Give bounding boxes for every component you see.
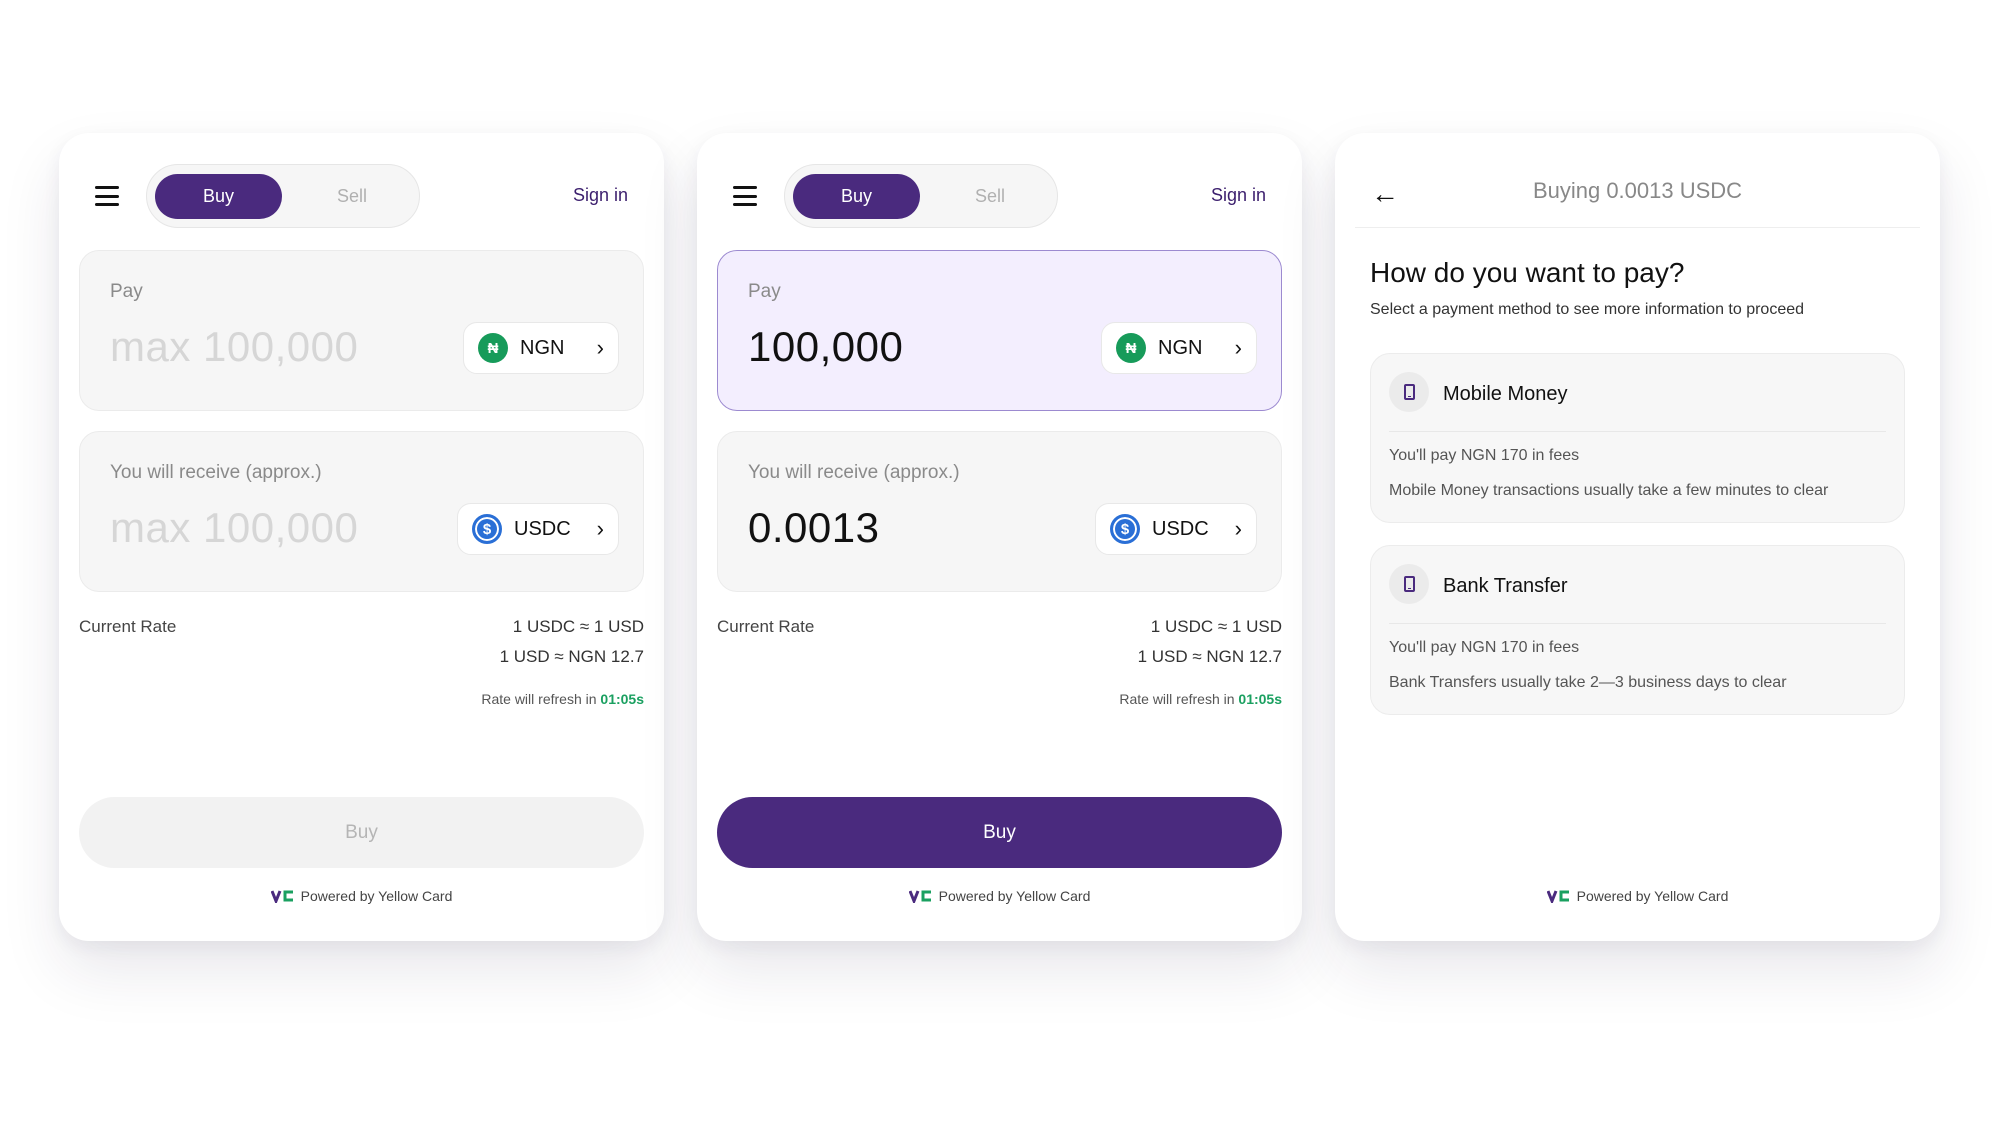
menu-icon[interactable] [95, 186, 119, 206]
sign-in-link[interactable]: Sign in [1211, 185, 1266, 206]
rate-usd-ngn: 1 USD ≈ NGN 12.7 [1137, 647, 1282, 666]
sell-tab[interactable]: Sell [292, 174, 412, 219]
chevron-right-icon: › [596, 335, 604, 360]
powered-by-footer: Powered by Yellow Card [1335, 888, 1940, 904]
receive-currency-selector[interactable]: $ USDC › [1095, 503, 1257, 555]
divider [1389, 431, 1886, 432]
chevron-right-icon: › [596, 516, 604, 541]
receive-currency-selector[interactable]: $ USDC › [457, 503, 619, 555]
receive-card: You will receive (approx.) 0.0013 $ USDC… [717, 431, 1282, 592]
pay-label: Pay [748, 281, 781, 302]
refresh-timer: 01:05s [1238, 691, 1282, 707]
payment-method-mobile-money[interactable]: Mobile Money You'll pay NGN 170 in fees … [1370, 353, 1905, 523]
powered-by-footer: Powered by Yellow Card [59, 888, 664, 904]
rate-usdc-usd: 1 USDC ≈ 1 USD [512, 617, 644, 636]
usdc-icon: $ [1110, 514, 1140, 544]
currency-code: USDC [514, 517, 571, 540]
buy-tab[interactable]: Buy [155, 174, 282, 219]
rate-usd-ngn: 1 USD ≈ NGN 12.7 [499, 647, 644, 666]
rate-refresh: Rate will refresh in 01:05s [1119, 691, 1282, 707]
rate-usdc-usd: 1 USDC ≈ 1 USD [1150, 617, 1282, 636]
method-time: Mobile Money transactions usually take a… [1389, 482, 1829, 499]
powered-by-footer: Powered by Yellow Card [697, 888, 1302, 904]
currency-code: NGN [520, 336, 565, 359]
pay-card: Pay 100,000 ₦ NGN › [717, 250, 1282, 411]
usdc-icon: $ [472, 514, 502, 544]
pay-label: Pay [110, 281, 143, 302]
sell-tab[interactable]: Sell [930, 174, 1050, 219]
refresh-text: Rate will refresh in [1119, 691, 1239, 707]
refresh-timer: 01:05s [600, 691, 644, 707]
footer-text: Powered by Yellow Card [938, 888, 1091, 904]
divider [1355, 227, 1920, 228]
ngn-icon: ₦ [478, 333, 508, 363]
rate-refresh: Rate will refresh in 01:05s [481, 691, 644, 707]
method-name: Mobile Money [1443, 383, 1568, 405]
receive-label: You will receive (approx.) [110, 462, 322, 483]
payment-method-bank-transfer[interactable]: Bank Transfer You'll pay NGN 170 in fees… [1370, 545, 1905, 715]
method-fee: You'll pay NGN 170 in fees [1389, 447, 1580, 464]
divider [1389, 623, 1886, 624]
method-name: Bank Transfer [1443, 575, 1568, 597]
ngn-icon: ₦ [1116, 333, 1146, 363]
payment-heading: How do you want to pay? [1370, 257, 1685, 288]
footer-text: Powered by Yellow Card [1576, 888, 1729, 904]
payment-subheading: Select a payment method to see more info… [1370, 301, 1805, 318]
buy-tab[interactable]: Buy [793, 174, 920, 219]
pay-amount-input[interactable]: 100,000 [748, 323, 903, 371]
buy-sell-toggle: Buy Sell [784, 164, 1058, 228]
menu-icon[interactable] [733, 186, 757, 206]
phone-icon [1389, 564, 1429, 604]
payment-method-panel: ← Buying 0.0013 USDC How do you want to … [1335, 133, 1940, 941]
pay-amount-input[interactable]: max 100,000 [110, 323, 358, 371]
yellow-card-logo-icon [908, 889, 933, 903]
page-title: Buying 0.0013 USDC [1532, 178, 1743, 203]
receive-amount-input[interactable]: max 100,000 [110, 504, 358, 552]
pay-currency-selector[interactable]: ₦ NGN › [1101, 322, 1257, 374]
chevron-right-icon: › [1234, 335, 1242, 360]
method-fee: You'll pay NGN 170 in fees [1389, 639, 1580, 656]
currency-code: USDC [1152, 517, 1209, 540]
receive-amount-input[interactable]: 0.0013 [748, 504, 879, 552]
pay-currency-selector[interactable]: ₦ NGN › [463, 322, 619, 374]
footer-text: Powered by Yellow Card [300, 888, 453, 904]
buy-panel-empty: Buy Sell Sign in Pay max 100,000 ₦ NGN ›… [59, 133, 664, 941]
refresh-text: Rate will refresh in [481, 691, 601, 707]
chevron-right-icon: › [1234, 516, 1242, 541]
buy-button[interactable]: Buy [79, 797, 644, 868]
receive-label: You will receive (approx.) [748, 462, 960, 483]
method-time: Bank Transfers usually take 2—3 business… [1389, 674, 1787, 691]
sign-in-link[interactable]: Sign in [573, 185, 628, 206]
phone-icon [1389, 372, 1429, 412]
rate-label: Current Rate [717, 617, 815, 636]
yellow-card-logo-icon [270, 889, 295, 903]
buy-panel-filled: Buy Sell Sign in Pay 100,000 ₦ NGN › You… [697, 133, 1302, 941]
rate-label: Current Rate [79, 617, 177, 636]
currency-code: NGN [1158, 336, 1203, 359]
buy-sell-toggle: Buy Sell [146, 164, 420, 228]
pay-card: Pay max 100,000 ₦ NGN › [79, 250, 644, 411]
buy-button[interactable]: Buy [717, 797, 1282, 868]
receive-card: You will receive (approx.) max 100,000 $… [79, 431, 644, 592]
yellow-card-logo-icon [1546, 889, 1571, 903]
